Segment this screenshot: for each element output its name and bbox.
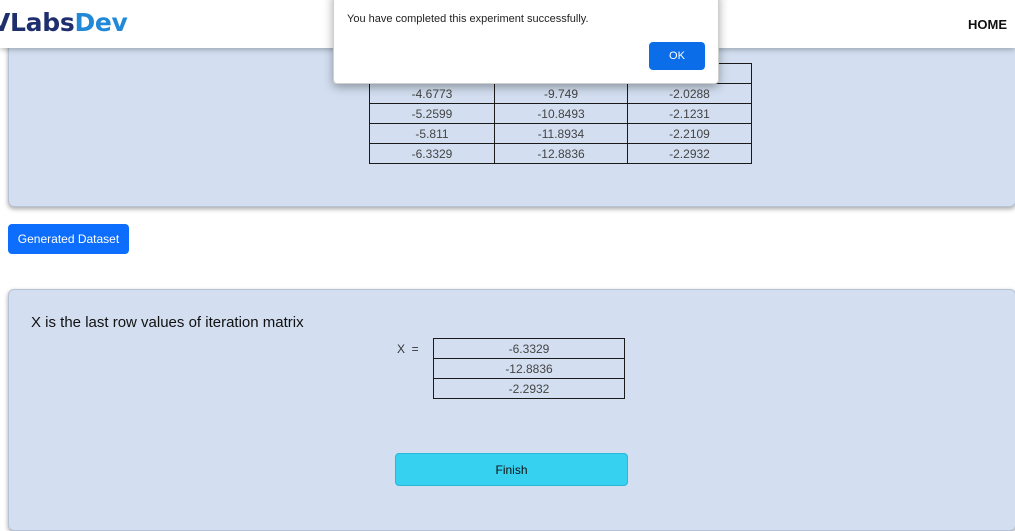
table-cell: -5.811 <box>369 123 495 144</box>
x-equals-label: X = <box>397 342 419 356</box>
table-cell: -2.2932 <box>627 143 752 164</box>
dialog-message: You have completed this experiment succe… <box>347 13 589 25</box>
table-row: -6.3329 -12.8836 -2.2932 <box>369 143 752 164</box>
table-cell: -2.1231 <box>627 103 752 124</box>
x-value-cell: -6.3329 <box>433 338 625 359</box>
x-value-cell: -12.8836 <box>433 358 625 379</box>
table-cell: -9.749 <box>494 83 628 104</box>
table-row: -12.8836 <box>433 358 625 379</box>
brand-text-dev: Dev <box>74 8 128 37</box>
x-vector-table: -6.3329 -12.8836 -2.2932 <box>433 338 625 399</box>
result-title: X is the last row values of iteration ma… <box>31 314 304 331</box>
table-row: -5.2599 -10.8493 -2.1231 <box>369 103 752 124</box>
table-cell: -4.6773 <box>369 83 495 104</box>
table-cell: -6.3329 <box>369 143 495 164</box>
table-row: -5.811 -11.8934 -2.2109 <box>369 123 752 144</box>
result-card: X is the last row values of iteration ma… <box>8 289 1015 531</box>
dialog-ok-button[interactable]: OK <box>649 42 705 70</box>
table-row: -2.2932 <box>433 378 625 399</box>
brand-logo[interactable]: VLabsDev <box>0 8 128 37</box>
table-cell: -2.0288 <box>627 83 752 104</box>
alert-dialog: You have completed this experiment succe… <box>333 0 719 84</box>
generated-dataset-button[interactable]: Generated Dataset <box>8 224 129 254</box>
table-row: -4.6773 -9.749 -2.0288 <box>369 83 752 104</box>
x-value-cell: -2.2932 <box>433 378 625 399</box>
table-cell: -11.8934 <box>494 123 628 144</box>
table-cell: -5.2599 <box>369 103 495 124</box>
table-row: -6.3329 <box>433 338 625 359</box>
table-cell: -10.8493 <box>494 103 628 124</box>
table-cell: -2.2109 <box>627 123 752 144</box>
brand-text-vlabs: VLabs <box>0 8 75 37</box>
finish-button[interactable]: Finish <box>395 453 628 486</box>
table-cell: -12.8836 <box>494 143 628 164</box>
nav-home-link[interactable]: HOME <box>968 17 1007 32</box>
